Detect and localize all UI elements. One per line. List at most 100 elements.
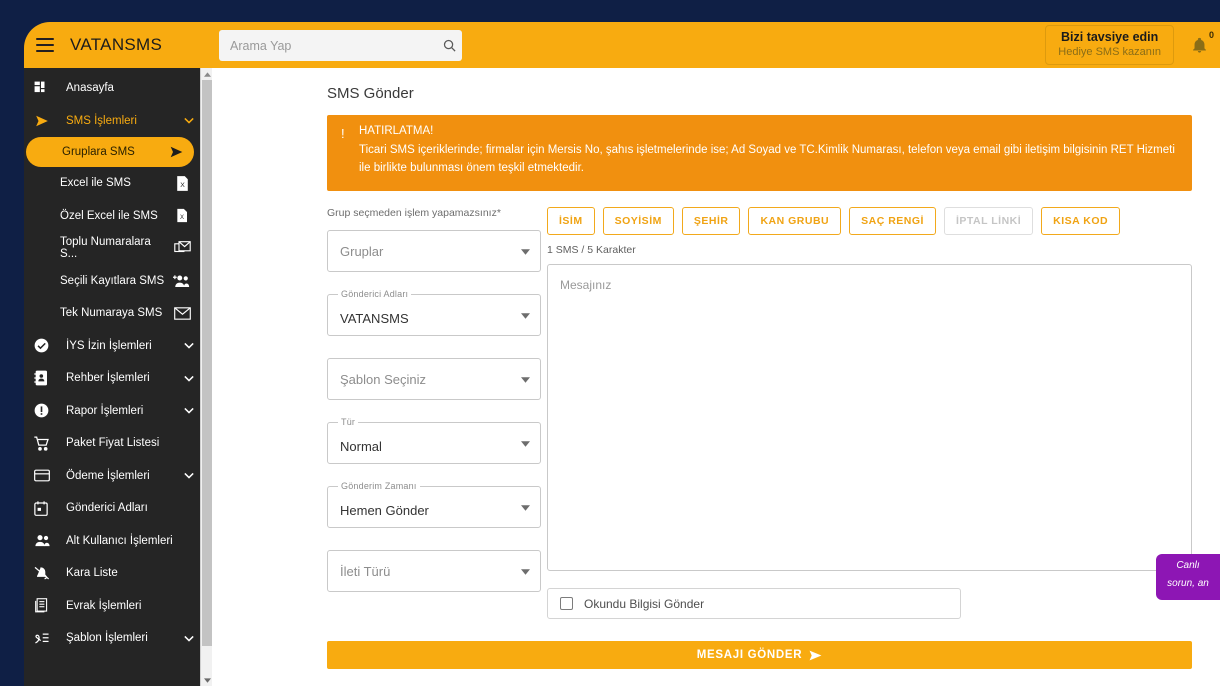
read-receipt-toggle[interactable]: Okundu Bilgisi Gönder (547, 588, 961, 619)
chevron-down-icon[interactable] (178, 117, 200, 124)
character-counter: 1 SMS / 5 Karakter (547, 244, 1192, 256)
notifications-button[interactable]: 0 (1178, 22, 1220, 68)
sidebar-item-alt-kullanici-islemleri[interactable]: Alt Kullanıcı İşlemleri (24, 525, 200, 558)
message-textarea[interactable]: Mesajınız (547, 264, 1192, 571)
select-gonderici-adlari[interactable]: Gönderici Adları VATANSMS (327, 294, 541, 336)
sidebar-scrollbar[interactable] (200, 68, 212, 686)
chevron-down-icon[interactable] (521, 498, 530, 516)
template-icon (34, 631, 62, 646)
page-body: SMS Gönder ! HATIRLATMA! Ticari SMS içer… (212, 68, 1220, 686)
sidebar-label: Gruplara SMS (62, 146, 164, 158)
sidebar-label: Toplu Numaralara S... (60, 236, 170, 260)
sidebar-item-excel-ile-sms[interactable]: Excel ile SMS X (24, 167, 200, 200)
merge-tag-buttons: İSİM SOYİSİM ŞEHİR KAN GRUBU SAÇ RENGİ İ… (547, 207, 1192, 235)
page-content: SMS Gönder ! HATIRLATMA! Ticari SMS içer… (315, 68, 1196, 669)
check-circle-icon (34, 338, 62, 353)
sidebar-item-secili-kayitlara-sms[interactable]: Seçili Kayıtlara SMS (24, 265, 200, 298)
contact-book-icon (34, 370, 62, 386)
tag-button-iptal-linki: İPTAL LİNKİ (944, 207, 1033, 235)
sidebar-label: Şablon İşlemleri (62, 632, 178, 644)
send-message-button[interactable]: MESAJI GÖNDER (327, 641, 1192, 669)
app-window: VATANSMS Bizi tavsiye edin Hediye SMS ka… (24, 22, 1220, 686)
group-add-icon (170, 274, 200, 288)
chevron-down-icon[interactable] (521, 434, 530, 452)
select-value: Normal (328, 432, 382, 454)
sidebar-label: Rehber İşlemleri (62, 372, 178, 384)
calendar-icon (34, 501, 62, 516)
chevron-down-icon[interactable] (178, 635, 200, 642)
scrollbar-thumb[interactable] (202, 80, 212, 646)
select-ileti-turu[interactable]: İleti Türü (327, 550, 541, 592)
alert-message: Ticari SMS içeriklerinde; firmalar için … (359, 141, 1178, 177)
search-box[interactable] (219, 30, 462, 61)
credit-card-icon (34, 469, 62, 482)
sidebar-label: Evrak İşlemleri (62, 600, 200, 612)
chat-line-1: Canlı (1156, 554, 1220, 572)
live-chat-widget[interactable]: Canlı sorun, an (1156, 554, 1220, 600)
sidebar-item-rehber-islemleri[interactable]: Rehber İşlemleri (24, 362, 200, 395)
chevron-down-icon[interactable] (178, 375, 200, 382)
tag-button-kan-grubu[interactable]: KAN GRUBU (748, 207, 841, 235)
message-placeholder: Mesajınız (548, 265, 1191, 292)
select-gonderim-zamani[interactable]: Gönderim Zamanı Hemen Gönder (327, 486, 541, 528)
select-label: Gönderim Zamanı (338, 481, 420, 491)
select-tur[interactable]: Tür Normal (327, 422, 541, 464)
select-sablon[interactable]: Şablon Seçiniz (327, 358, 541, 400)
top-bar-right: Bizi tavsiye edin Hediye SMS kazanın 0 (1045, 22, 1220, 68)
chevron-down-icon[interactable] (521, 562, 530, 580)
sidebar-item-iys-izin-islemleri[interactable]: İYS İzin İşlemleri (24, 330, 200, 363)
recommend-title: Bizi tavsiye edin (1058, 30, 1161, 45)
sidebar-item-sms-islemleri[interactable]: SMS İşlemleri (24, 105, 200, 138)
chevron-down-icon[interactable] (178, 472, 200, 479)
search-icon[interactable] (436, 38, 462, 53)
sidebar[interactable]: Anasayfa SMS İşlemleri Gruplara SMS (24, 68, 200, 686)
bell-icon (1191, 37, 1208, 54)
tag-button-sehir[interactable]: ŞEHİR (682, 207, 741, 235)
sidebar-item-paket-fiyat-listesi[interactable]: Paket Fiyat Listesi (24, 427, 200, 460)
chevron-down-icon[interactable] (178, 407, 200, 414)
sidebar-label: Seçili Kayıtlara SMS (60, 275, 170, 287)
exclamation-icon: ! (341, 125, 359, 177)
send-icon (164, 145, 194, 159)
sidebar-item-odeme-islemleri[interactable]: Ödeme İşlemleri (24, 460, 200, 493)
svg-text:X: X (180, 215, 184, 221)
sidebar-item-gruplara-sms[interactable]: Gruplara SMS (26, 137, 194, 167)
tag-button-isim[interactable]: İSİM (547, 207, 595, 235)
recommend-subtitle: Hediye SMS kazanın (1058, 45, 1161, 59)
chat-line-2: sorun, an (1156, 572, 1220, 590)
sidebar-label: Kara Liste (62, 567, 200, 579)
chevron-down-icon[interactable] (521, 370, 530, 388)
sidebar-item-toplu-numaralara-sms[interactable]: Toplu Numaralara S... (24, 232, 200, 265)
tag-button-kisa-kod[interactable]: KISA KOD (1041, 207, 1120, 235)
sidebar-label: Paket Fiyat Listesi (62, 437, 200, 449)
chevron-down-icon[interactable] (178, 342, 200, 349)
chevron-down-icon[interactable] (521, 306, 530, 324)
menu-toggle-icon[interactable] (36, 38, 54, 52)
read-receipt-checkbox[interactable] (560, 597, 573, 610)
group-hint: Grup seçmeden işlem yapamazsınız* (327, 207, 541, 219)
sidebar-item-tek-numaraya-sms[interactable]: Tek Numaraya SMS (24, 297, 200, 330)
select-label: Gönderici Adları (338, 289, 411, 299)
sidebar-item-ozel-excel-ile-sms[interactable]: Özel Excel ile SMS X (24, 200, 200, 233)
sidebar-label: Gönderici Adları (62, 502, 200, 514)
sidebar-item-sablon-islemleri[interactable]: Şablon İşlemleri (24, 622, 200, 655)
search-input[interactable] (219, 39, 436, 53)
tag-button-soyisim[interactable]: SOYİSİM (603, 207, 674, 235)
sidebar-item-gonderici-adlari[interactable]: Gönderici Adları (24, 492, 200, 525)
read-receipt-label: Okundu Bilgisi Gönder (573, 597, 704, 611)
tag-button-sac-rengi[interactable]: SAÇ RENGİ (849, 207, 936, 235)
select-gruplar[interactable]: Gruplar (327, 230, 541, 272)
sidebar-label: Excel ile SMS (60, 177, 170, 189)
sidebar-item-kara-liste[interactable]: Kara Liste (24, 557, 200, 590)
sidebar-item-rapor-islemleri[interactable]: Rapor İşlemleri (24, 395, 200, 428)
select-value: Şablon Seçiniz (328, 372, 426, 387)
select-label: Tür (338, 417, 358, 427)
sidebar-item-evrak-islemleri[interactable]: Evrak İşlemleri (24, 590, 200, 623)
app-root: VATANSMS Bizi tavsiye edin Hediye SMS ka… (0, 0, 1220, 686)
page-title: SMS Gönder (315, 68, 1196, 115)
recommend-button[interactable]: Bizi tavsiye edin Hediye SMS kazanın (1045, 25, 1174, 65)
sms-form: Grup seçmeden işlem yapamazsınız* Grupla… (315, 191, 1196, 619)
chevron-down-icon[interactable] (521, 242, 530, 260)
select-value: Gruplar (328, 244, 383, 259)
sidebar-item-anasayfa[interactable]: Anasayfa (24, 72, 200, 105)
